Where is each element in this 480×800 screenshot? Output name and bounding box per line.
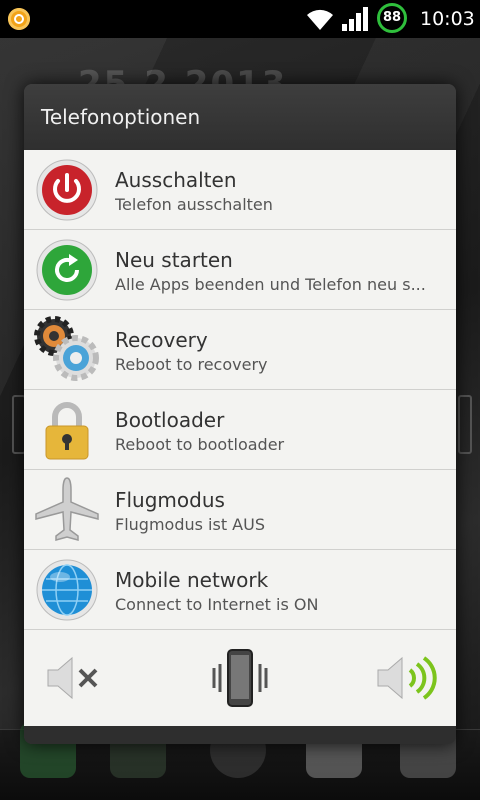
lock-icon (45, 402, 89, 460)
option-title: Mobile network (115, 568, 269, 592)
option-subtitle: Flugmodus ist AUS (115, 515, 265, 534)
airplane-icon (35, 477, 99, 541)
option-subtitle: Reboot to bootloader (115, 435, 285, 454)
globe-icon (36, 559, 98, 621)
status-bar: 88 10:03 (0, 0, 480, 38)
option-title: Neu starten (115, 248, 233, 272)
option-title: Ausschalten (115, 168, 237, 192)
sound-on-icon[interactable] (374, 646, 438, 710)
background-widget-edge-right (458, 395, 472, 454)
gears-icon (34, 316, 99, 381)
restart-icon (36, 239, 98, 301)
option-airplane-mode[interactable]: Flugmodus Flugmodus ist AUS (24, 470, 456, 550)
battery-icon: 88 (377, 3, 407, 33)
option-mobile-network[interactable]: Mobile network Connect to Internet is ON (24, 550, 456, 630)
option-title: Recovery (115, 328, 208, 352)
option-subtitle: Connect to Internet is ON (115, 595, 319, 614)
sound-mode-row (24, 630, 456, 726)
power-icon (36, 159, 98, 221)
signal-icon (342, 7, 368, 31)
dialog-title: Telefonoptionen (24, 84, 456, 150)
options-list: Ausschalten Telefon ausschalten Neu star… (24, 150, 456, 630)
option-subtitle: Alle Apps beenden und Telefon neu s... (115, 275, 426, 294)
option-title: Flugmodus (115, 488, 225, 512)
clock: 10:03 (420, 8, 475, 30)
option-subtitle: Reboot to recovery (115, 355, 268, 374)
option-power-off[interactable]: Ausschalten Telefon ausschalten (24, 150, 456, 230)
app-notification-icon[interactable] (8, 8, 30, 30)
wifi-icon (307, 9, 333, 30)
mute-icon[interactable] (42, 646, 106, 710)
vibrate-icon[interactable] (208, 646, 272, 710)
phone-options-dialog: Telefonoptionen Ausschalten Telefon auss… (24, 84, 456, 744)
option-restart[interactable]: Neu starten Alle Apps beenden und Telefo… (24, 230, 456, 310)
option-recovery[interactable]: Recovery Reboot to recovery (24, 310, 456, 390)
option-bootloader[interactable]: Bootloader Reboot to bootloader (24, 390, 456, 470)
option-subtitle: Telefon ausschalten (115, 195, 273, 214)
dialog-bottom-bar (24, 726, 456, 744)
option-title: Bootloader (115, 408, 225, 432)
